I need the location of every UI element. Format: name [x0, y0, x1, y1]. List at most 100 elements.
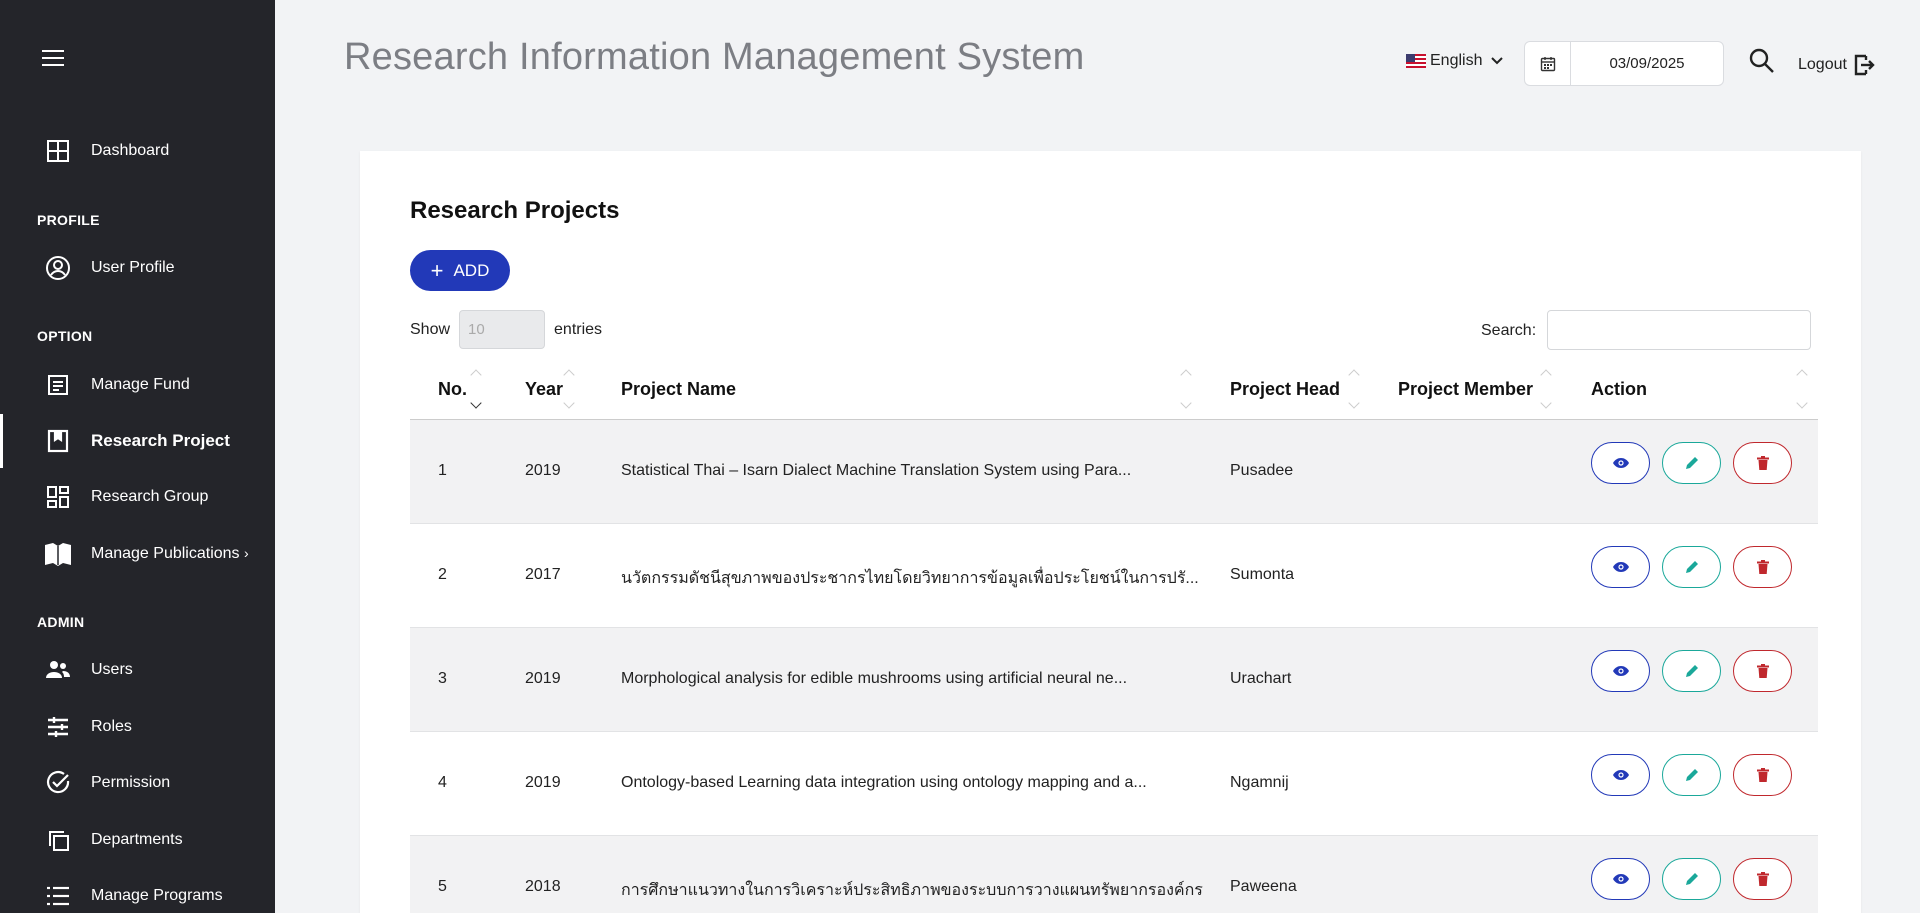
table-body: 1 2019 Statistical Thai – Isarn Dialect …: [410, 420, 1818, 913]
entries-control: Show 10 entries: [410, 310, 602, 349]
card-title: Research Projects: [410, 197, 620, 224]
show-label: Show: [410, 320, 451, 338]
entries-label: entries: [554, 320, 603, 338]
view-button[interactable]: [1591, 546, 1650, 588]
delete-button[interactable]: [1733, 858, 1792, 900]
sidebar-item-manage-programs[interactable]: Manage Programs: [0, 876, 275, 913]
sort-icon[interactable]: [1796, 367, 1810, 411]
col-no[interactable]: No.: [438, 379, 467, 400]
sidebar-item-manage-fund[interactable]: Manage Fund: [0, 365, 275, 405]
add-label: ADD: [453, 260, 490, 280]
chevron-right-icon: ›: [244, 545, 249, 561]
view-button[interactable]: [1591, 858, 1650, 900]
delete-button[interactable]: [1733, 650, 1792, 692]
cell-project-head: Ngamnij: [1230, 774, 1289, 791]
grid-icon: [44, 483, 72, 511]
sidebar-item-label: Dashboard: [91, 142, 170, 159]
section-profile: PROFILE: [37, 212, 100, 228]
sidebar-item-label: Permission: [91, 774, 171, 791]
edit-button[interactable]: [1662, 546, 1721, 588]
sidebar-item-research-project[interactable]: Research Project: [0, 414, 275, 468]
cell-no: 3: [438, 670, 447, 687]
us-flag-icon: [1406, 54, 1426, 68]
search-input[interactable]: [1547, 310, 1811, 350]
cell-no: 1: [438, 462, 447, 479]
sidebar-item-users[interactable]: Users: [0, 650, 275, 690]
col-project-head[interactable]: Project Head: [1230, 379, 1340, 400]
eye-icon: [1612, 770, 1629, 780]
cell-no: 5: [438, 878, 447, 895]
date-value: 03/09/2025: [1609, 55, 1685, 72]
chevron-down-icon: [1491, 57, 1504, 65]
plus-icon: +: [430, 257, 444, 283]
section-admin: ADMIN: [37, 614, 85, 630]
cell-year: 2019: [525, 774, 561, 791]
sidebar-item-departments[interactable]: Departments: [0, 820, 275, 860]
col-project-name[interactable]: Project Name: [621, 379, 736, 400]
sidebar-item-label: Manage Publications ›: [91, 545, 249, 562]
edit-button[interactable]: [1662, 754, 1721, 796]
delete-button[interactable]: [1733, 546, 1792, 588]
entries-select[interactable]: 10: [459, 310, 546, 349]
cell-no: 2: [438, 566, 447, 583]
eye-icon: [1612, 874, 1629, 884]
trash-icon: [1756, 768, 1769, 782]
sidebar-item-permission[interactable]: Permission: [0, 763, 275, 803]
add-button[interactable]: + ADD: [410, 250, 510, 291]
trash-icon: [1756, 560, 1769, 574]
logout-label: Logout: [1798, 56, 1847, 73]
delete-button[interactable]: [1733, 442, 1792, 484]
trash-icon: [1756, 872, 1769, 886]
logout-button[interactable]: Logout: [1798, 54, 1875, 76]
cell-year: 2019: [525, 462, 561, 479]
projects-table: No. Year Project Name Project Head Proje…: [410, 361, 1818, 913]
eye-icon: [1612, 666, 1629, 676]
eye-icon: [1612, 458, 1629, 468]
edit-button[interactable]: [1662, 650, 1721, 692]
search-label: Search:: [1481, 322, 1537, 339]
sidebar-item-research-group[interactable]: Research Group: [0, 477, 275, 517]
app-title: Research Information Management System: [344, 36, 1085, 78]
copy-icon: [44, 826, 72, 854]
sort-icon[interactable]: [1540, 367, 1554, 411]
sidebar-item-dashboard[interactable]: Dashboard: [0, 131, 275, 171]
delete-button[interactable]: [1733, 754, 1792, 796]
calendar-icon[interactable]: [1525, 42, 1571, 85]
date-picker[interactable]: 03/09/2025: [1524, 41, 1724, 86]
table-row: 5 2018 การศึกษาแนวทางในการวิเคราะห์ประสิ…: [410, 836, 1818, 913]
table-row: 1 2019 Statistical Thai – Isarn Dialect …: [410, 420, 1818, 524]
sidebar-item-manage-publications[interactable]: Manage Publications ›: [0, 534, 275, 574]
cell-project-name: Morphological analysis for edible mushro…: [621, 670, 1128, 687]
sort-icon[interactable]: [1180, 367, 1194, 411]
col-project-member[interactable]: Project Member: [1398, 379, 1533, 400]
language-selector[interactable]: English: [1406, 52, 1504, 70]
cell-project-head: Sumonta: [1230, 566, 1295, 583]
menu-icon[interactable]: [42, 50, 66, 68]
sidebar-item-roles[interactable]: Roles: [0, 707, 275, 747]
sort-icon[interactable]: [563, 367, 577, 411]
search-icon[interactable]: [1748, 47, 1776, 75]
bookmark-icon: [44, 427, 72, 455]
view-button[interactable]: [1591, 650, 1650, 692]
logout-icon: [1854, 54, 1875, 76]
edit-button[interactable]: [1662, 858, 1721, 900]
cell-year: 2017: [525, 566, 561, 583]
pencil-icon: [1685, 873, 1698, 885]
pencil-icon: [1685, 457, 1698, 469]
view-button[interactable]: [1591, 754, 1650, 796]
user-circle-icon: [44, 254, 72, 282]
list-icon: [44, 882, 72, 910]
cell-no: 4: [438, 774, 447, 791]
col-year[interactable]: Year: [525, 379, 563, 400]
sidebar-item-label: Manage Fund: [91, 376, 190, 393]
check-circle-icon: [44, 769, 72, 797]
document-icon: [44, 371, 72, 399]
sidebar-item-label: Research Group: [91, 488, 209, 505]
sort-icon[interactable]: [1348, 367, 1362, 411]
cell-project-name: นวัตกรรมดัชนีสุขภาพของประชากรไทยโดยวิทยา…: [621, 570, 1199, 587]
sidebar-item-user-profile[interactable]: User Profile: [0, 248, 275, 288]
cell-project-head: Pusadee: [1230, 462, 1294, 479]
sort-icon[interactable]: [470, 367, 484, 411]
edit-button[interactable]: [1662, 442, 1721, 484]
view-button[interactable]: [1591, 442, 1650, 484]
